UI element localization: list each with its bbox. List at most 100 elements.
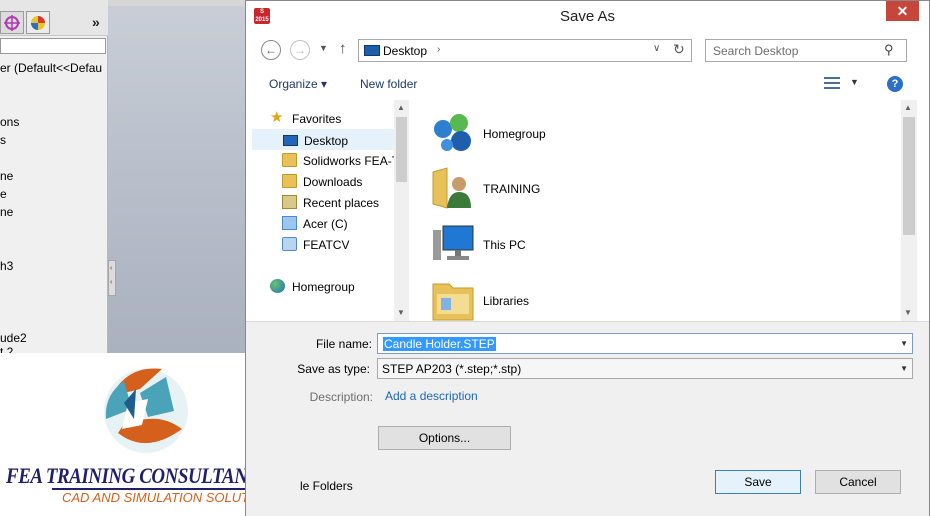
file-item-training[interactable]: TRAINING <box>429 164 629 214</box>
chevron-down-icon[interactable]: ▼ <box>900 364 908 373</box>
tree-item[interactable]: ude2 <box>0 331 27 345</box>
tree-item[interactable]: s <box>0 133 6 147</box>
nav-item-acer-drive[interactable]: Acer (C) <box>252 213 394 234</box>
change-view-icon[interactable] <box>824 76 840 90</box>
chevron-down-icon[interactable]: ▼ <box>900 339 908 348</box>
scroll-thumb[interactable] <box>396 117 407 182</box>
tree-item[interactable]: ons <box>0 115 19 129</box>
new-folder-button[interactable]: New folder <box>360 77 417 91</box>
panel-splitter-handle[interactable]: ‹ ‹ <box>108 260 116 296</box>
file-item-this-pc[interactable]: This PC <box>429 220 629 270</box>
tree-item[interactable]: er (Default<<Defau <box>0 61 102 75</box>
downloads-icon <box>282 174 297 188</box>
search-icon[interactable]: ⚲ <box>884 42 894 58</box>
config-manager-tab[interactable] <box>0 11 24 34</box>
nav-item-recent-places[interactable]: Recent places <box>252 192 394 213</box>
save-as-type-select[interactable]: STEP AP203 (*.step;*.stp) ▼ <box>377 358 913 379</box>
graphics-viewport[interactable] <box>108 0 245 353</box>
homegroup-icon <box>270 279 285 293</box>
tree-item[interactable]: ne <box>0 205 13 219</box>
nav-label: Downloads <box>303 175 363 189</box>
user-folder-icon <box>432 167 471 209</box>
folder-icon <box>282 153 297 167</box>
file-item-homegroup[interactable]: Homegroup <box>429 109 629 159</box>
back-button[interactable]: ← <box>261 40 281 60</box>
breadcrumb-chevron-icon[interactable]: › <box>437 44 440 55</box>
save-as-type-value: STEP AP203 (*.step;*.stp) <box>382 362 522 376</box>
file-label: Homegroup <box>483 127 546 141</box>
feature-tree-panel: » er (Default<<Defau ons s ne e ne h3 ud… <box>0 0 108 353</box>
scroll-down-icon[interactable]: ▼ <box>397 308 405 317</box>
refresh-icon[interactable]: ↻ <box>673 41 685 58</box>
scroll-up-icon[interactable]: ▲ <box>904 103 912 112</box>
file-name-label: File name: <box>315 337 372 351</box>
organize-button[interactable]: Organize ▾ <box>269 77 327 91</box>
panel-toolbar: » <box>0 0 108 36</box>
save-options-area: File name: Candle Holder.STEP ▼ Save as … <box>246 321 929 516</box>
title-bar[interactable]: S 2015 Save As ✕ <box>246 1 929 32</box>
tree-item[interactable]: h3 <box>0 259 13 273</box>
command-toolbar: Organize ▾ New folder ▼ ? <box>246 68 929 100</box>
nav-label: Desktop <box>304 134 349 148</box>
nav-pane-scrollbar[interactable]: ▲ ▼ <box>394 100 409 321</box>
nav-label: Homegroup <box>292 280 355 294</box>
recent-locations-chevron-icon[interactable]: ▼ <box>319 43 328 53</box>
more-tabs-button[interactable]: » <box>92 14 100 30</box>
viewport-frame <box>108 0 245 6</box>
nav-label: Solidworks FEA-T <box>303 154 394 168</box>
file-label: TRAINING <box>483 182 541 196</box>
search-box: ⚲ <box>705 39 907 62</box>
nav-item-featcv[interactable]: FEATCV <box>252 234 394 255</box>
scroll-down-icon[interactable]: ▼ <box>904 308 912 317</box>
navigation-bar: ← → ▼ ↑ Desktop › ∨ ↻ ⚲ <box>246 32 929 68</box>
options-button[interactable]: Options... <box>378 426 511 450</box>
nav-label: FEATCV <box>303 238 350 252</box>
file-name-input[interactable]: Candle Holder.STEP ▼ <box>377 333 913 354</box>
up-arrow-icon[interactable]: ↑ <box>339 40 347 57</box>
computer-icon <box>433 225 474 260</box>
appearance-tab[interactable] <box>26 11 50 34</box>
nav-item-solidworks-folder[interactable]: Solidworks FEA-T <box>252 150 394 171</box>
desktop-icon <box>283 135 298 146</box>
scroll-up-icon[interactable]: ▲ <box>397 103 405 112</box>
nav-label: Acer (C) <box>303 217 348 231</box>
network-drive-icon <box>282 237 297 251</box>
file-list-scrollbar[interactable]: ▲ ▼ <box>901 100 917 321</box>
logo-globe-icon <box>104 368 188 453</box>
tree-item[interactable]: ne <box>0 169 13 183</box>
nav-item-desktop[interactable]: Desktop <box>252 129 394 150</box>
forward-button[interactable]: → <box>290 40 310 60</box>
file-list: Homegroup TRAINING This PC Libraries ▲ ▼ <box>409 100 929 321</box>
desktop-icon <box>364 45 380 56</box>
tree-item[interactable]: t 2 <box>0 345 13 353</box>
homegroup-icon <box>434 114 471 151</box>
cancel-button[interactable]: Cancel <box>815 470 901 494</box>
close-button[interactable]: ✕ <box>886 1 919 21</box>
view-options-chevron-icon[interactable]: ▼ <box>850 77 859 87</box>
address-location[interactable]: Desktop <box>383 44 427 58</box>
file-label: Libraries <box>483 294 530 308</box>
tree-filter-input[interactable] <box>0 38 106 54</box>
hide-folders-toggle[interactable]: le Folders <box>300 479 353 493</box>
add-description-link[interactable]: Add a description <box>385 389 478 403</box>
recent-places-icon <box>282 195 297 209</box>
tree-item[interactable]: e <box>0 187 7 201</box>
address-bar[interactable]: Desktop › ∨ ↻ <box>358 39 692 62</box>
navigation-pane: ★ Favorites Desktop Solidworks FEA-T Dow… <box>252 100 409 321</box>
save-as-type-label: Save as type: <box>297 362 370 376</box>
file-item-libraries[interactable]: Libraries <box>429 276 629 321</box>
libraries-icon <box>432 283 474 321</box>
file-name-value[interactable]: Candle Holder.STEP <box>383 337 496 351</box>
dialog-title: Save As <box>559 8 616 25</box>
save-button[interactable]: Save <box>715 470 801 494</box>
scroll-thumb[interactable] <box>903 117 915 235</box>
star-icon: ★ <box>270 109 284 126</box>
nav-item-downloads[interactable]: Downloads <box>252 171 394 192</box>
nav-homegroup[interactable]: Homegroup <box>252 276 394 297</box>
nav-favorites[interactable]: ★ Favorites <box>252 108 394 129</box>
search-input[interactable] <box>706 40 882 61</box>
address-history-chevron-icon[interactable]: ∨ <box>653 43 660 54</box>
save-as-dialog: S 2015 Save As ✕ ← → ▼ ↑ Desktop › ∨ ↻ ⚲… <box>245 0 930 516</box>
file-label: This PC <box>483 238 526 252</box>
help-icon[interactable]: ? <box>887 76 903 92</box>
